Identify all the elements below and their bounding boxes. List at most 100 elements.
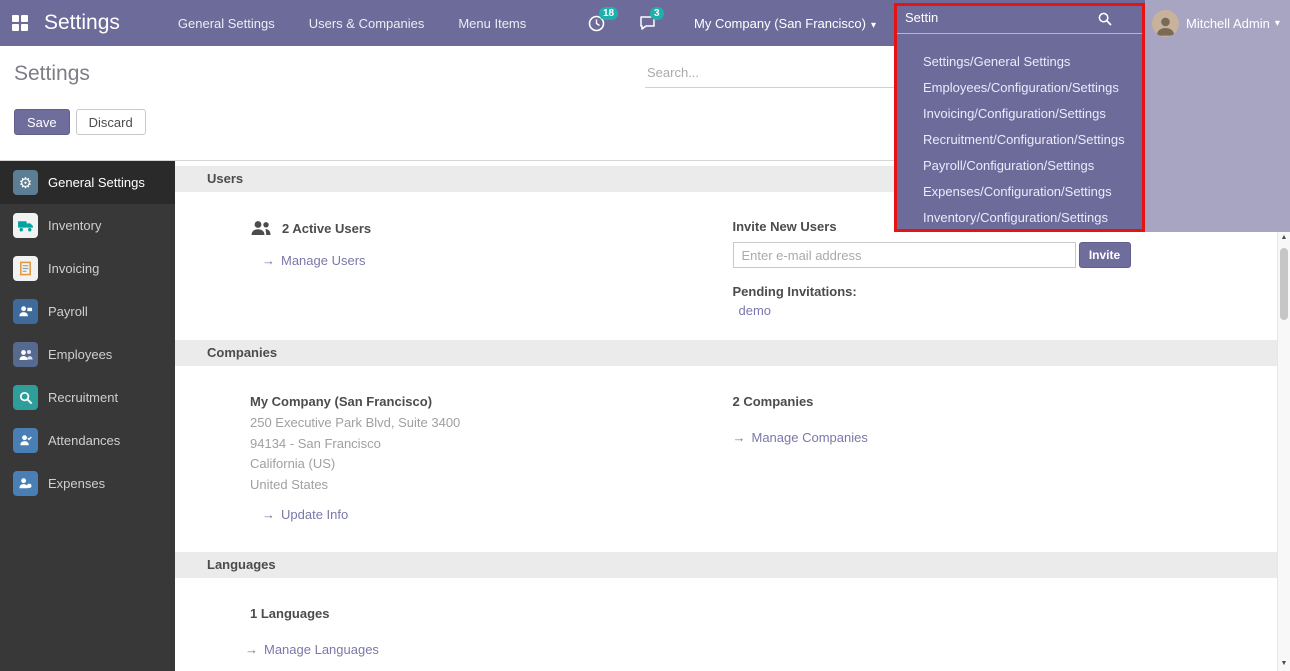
app-title[interactable]: Settings xyxy=(44,11,120,35)
sidebar-item-recruitment[interactable]: Recruitment xyxy=(0,376,175,419)
person-icon xyxy=(1154,14,1177,37)
scrollbar-thumb[interactable] xyxy=(1280,248,1288,320)
manage-users-label: Manage Users xyxy=(281,253,366,268)
company-switcher-label: My Company (San Francisco) xyxy=(694,16,866,31)
pending-invitee-link[interactable]: demo xyxy=(739,303,772,318)
main-area: ⚙ General Settings Inventory Invoicing xyxy=(0,160,1290,671)
manage-languages-link[interactable]: →Manage Languages xyxy=(245,642,379,657)
search-result-item[interactable]: Employees/Configuration/Settings xyxy=(897,75,1142,101)
invite-row: Invite xyxy=(733,242,1131,268)
manage-companies-link[interactable]: → Manage Companies xyxy=(733,430,868,445)
document-icon xyxy=(18,261,33,276)
message-count-badge: 3 xyxy=(650,7,664,20)
user-menu-panel: Mitchell Admin ▾ xyxy=(1145,0,1290,232)
avatar xyxy=(1152,10,1179,37)
employees-app-icon xyxy=(13,342,38,367)
systray: 18 3 My Company (San Francisco) ▾ xyxy=(588,0,876,46)
search-result-item[interactable]: Payroll/Configuration/Settings xyxy=(897,153,1142,179)
general-settings-app-icon: ⚙ xyxy=(13,170,38,195)
search-result-item[interactable]: Inventory/Configuration/Settings xyxy=(897,205,1142,231)
users-right-col: Invite New Users Invite Pending Invitati… xyxy=(733,219,1290,318)
sidebar-item-payroll[interactable]: Payroll xyxy=(0,290,175,333)
sidebar-item-expenses[interactable]: Expenses xyxy=(0,462,175,505)
menu-general-settings[interactable]: General Settings xyxy=(178,16,275,31)
search-result-item[interactable]: Recruitment/Configuration/Settings xyxy=(897,127,1142,153)
section-header-languages: Languages xyxy=(175,552,1290,578)
companies-left-col: My Company (San Francisco) 250 Executive… xyxy=(175,394,733,522)
languages-count: 1 Languages xyxy=(250,606,733,621)
companies-count: 2 Companies xyxy=(733,394,1290,409)
sidebar-item-label: Recruitment xyxy=(48,390,118,405)
attendances-app-icon xyxy=(13,428,38,453)
activity-clock-icon[interactable]: 18 xyxy=(588,15,605,32)
search-icon[interactable] xyxy=(1098,12,1112,26)
manage-companies-label: Manage Companies xyxy=(752,430,868,445)
invite-email-input[interactable] xyxy=(733,242,1076,268)
sidebar-item-label: Attendances xyxy=(48,433,120,448)
company-switcher[interactable]: My Company (San Francisco) ▾ xyxy=(694,16,876,31)
search-result-item[interactable]: Invoicing/Configuration/Settings xyxy=(897,101,1142,127)
people-icon xyxy=(18,347,34,363)
sidebar-item-label: Invoicing xyxy=(48,261,99,276)
scroll-up-icon[interactable]: ▲ xyxy=(1278,234,1290,241)
control-panel-buttons: Save Discard xyxy=(14,109,146,135)
page-title: Settings xyxy=(14,62,90,86)
sidebar-item-attendances[interactable]: Attendances xyxy=(0,419,175,462)
users-left-col: 2 Active Users →Manage Users xyxy=(175,219,733,318)
update-info-label: Update Info xyxy=(281,507,348,522)
sidebar-item-employees[interactable]: Employees xyxy=(0,333,175,376)
person-card-icon xyxy=(18,304,33,319)
manage-users-link[interactable]: →Manage Users xyxy=(262,253,366,268)
gear-icon: ⚙ xyxy=(19,174,32,192)
navbar-menu: General Settings Users & Companies Menu … xyxy=(178,16,560,31)
menu-search xyxy=(897,5,1142,34)
invite-button[interactable]: Invite xyxy=(1079,242,1131,268)
company-address-line: United States xyxy=(250,475,733,496)
user-name: Mitchell Admin xyxy=(1186,16,1270,31)
languages-section: 1 Languages →Manage Languages xyxy=(175,578,1290,657)
languages-left-col: 1 Languages →Manage Languages xyxy=(175,606,733,657)
inventory-app-icon xyxy=(13,213,38,238)
sidebar-item-invoicing[interactable]: Invoicing xyxy=(0,247,175,290)
sidebar-item-label: Expenses xyxy=(48,476,105,491)
person-check-icon xyxy=(18,433,33,448)
menu-search-dropdown: Settings/General Settings Employees/Conf… xyxy=(897,46,1142,232)
messages-icon[interactable]: 3 xyxy=(639,15,656,31)
arrow-right-icon: → xyxy=(733,430,746,445)
settings-pane: Users 2 Active Users →Manage Users Invit… xyxy=(175,161,1290,671)
companies-section: My Company (San Francisco) 250 Executive… xyxy=(175,366,1290,552)
scroll-down-icon[interactable]: ▼ xyxy=(1278,660,1290,667)
user-menu-button[interactable]: Mitchell Admin ▾ xyxy=(1145,0,1290,46)
section-header-companies: Companies xyxy=(175,340,1290,366)
company-address-line: California (US) xyxy=(250,454,733,475)
save-button[interactable]: Save xyxy=(14,109,70,135)
search-result-item[interactable]: Settings/General Settings xyxy=(897,49,1142,75)
sidebar-item-general-settings[interactable]: ⚙ General Settings xyxy=(0,161,175,204)
sidebar-item-inventory[interactable]: Inventory xyxy=(0,204,175,247)
company-name: My Company (San Francisco) xyxy=(250,394,733,409)
arrow-right-icon: → xyxy=(262,507,275,522)
screen: Settings General Settings Users & Compan… xyxy=(0,0,1290,671)
recruitment-app-icon xyxy=(13,385,38,410)
chevron-down-icon: ▾ xyxy=(1275,18,1280,29)
arrow-right-icon: → xyxy=(245,642,258,657)
settings-sidebar: ⚙ General Settings Inventory Invoicing xyxy=(0,161,175,671)
menu-menu-items[interactable]: Menu Items xyxy=(458,16,526,31)
truck-icon xyxy=(17,217,34,234)
discard-button[interactable]: Discard xyxy=(76,109,146,135)
company-address-line: 94134 - San Francisco xyxy=(250,434,733,455)
payroll-app-icon xyxy=(13,299,38,324)
expenses-app-icon xyxy=(13,471,38,496)
pending-invitations-label: Pending Invitations: xyxy=(733,284,1290,299)
update-info-link[interactable]: → Update Info xyxy=(262,507,348,522)
chevron-down-icon: ▾ xyxy=(871,20,876,31)
users-group-icon xyxy=(250,219,272,237)
active-users-label: 2 Active Users xyxy=(282,221,371,236)
search-result-item[interactable]: Expenses/Configuration/Settings xyxy=(897,179,1142,205)
menu-users-companies[interactable]: Users & Companies xyxy=(309,16,425,31)
companies-right-col: 2 Companies → Manage Companies xyxy=(733,394,1290,522)
active-users-row: 2 Active Users xyxy=(250,219,733,237)
apps-menu-icon[interactable] xyxy=(12,15,28,31)
sidebar-item-label: General Settings xyxy=(48,175,145,190)
sidebar-item-label: Payroll xyxy=(48,304,88,319)
